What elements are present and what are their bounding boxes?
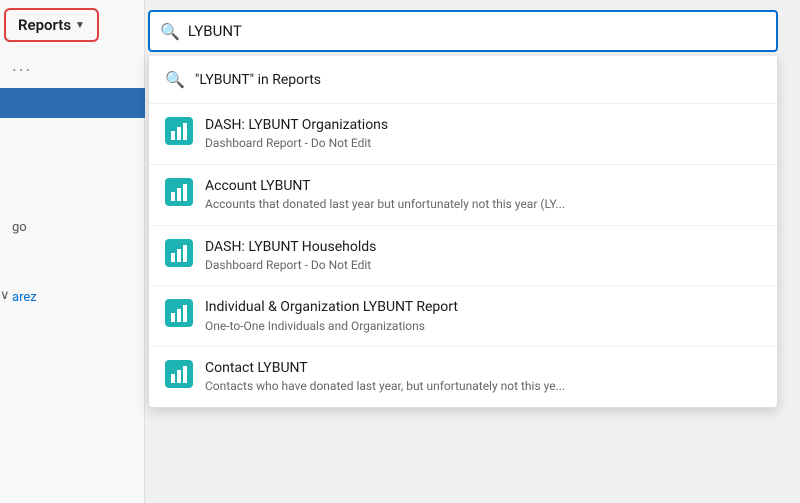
result-title: Contact LYBUNT: [205, 359, 565, 377]
result-subtitle: One-to-One Individuals and Organizations: [205, 319, 458, 335]
dropdown-search-in-reports-row[interactable]: 🔍 "LYBUNT" in Reports: [149, 56, 777, 104]
list-item[interactable]: Contact LYBUNT Contacts who have donated…: [149, 347, 777, 407]
result-title: DASH: LYBUNT Organizations: [205, 116, 388, 134]
dropdown-search-icon: 🔍: [165, 70, 185, 89]
result-text: DASH: LYBUNT Households Dashboard Report…: [205, 238, 376, 274]
report-icon: [165, 360, 193, 388]
result-title: DASH: LYBUNT Households: [205, 238, 376, 256]
dropdown-search-text: "LYBUNT" in Reports: [195, 72, 321, 88]
result-subtitle: Dashboard Report - Do Not Edit: [205, 136, 388, 152]
report-icon: [165, 239, 193, 267]
result-subtitle: Dashboard Report - Do Not Edit: [205, 258, 376, 274]
page-wrapper: ... ∨ go arez Reports ▼ 🔍 🔍 "LYBUNT" in …: [0, 0, 800, 503]
list-item[interactable]: Account LYBUNT Accounts that donated las…: [149, 165, 777, 226]
list-item[interactable]: DASH: LYBUNT Households Dashboard Report…: [149, 226, 777, 287]
reports-label: Reports: [18, 16, 71, 34]
sidebar-item-arez: arez: [12, 290, 37, 305]
search-input[interactable]: [188, 22, 766, 40]
result-text: DASH: LYBUNT Organizations Dashboard Rep…: [205, 116, 388, 152]
search-icon: 🔍: [160, 22, 180, 41]
reports-button[interactable]: Reports ▼: [10, 12, 93, 38]
report-icon: [165, 117, 193, 145]
sidebar-chevron: ∨: [0, 288, 10, 303]
result-title: Individual & Organization LYBUNT Report: [205, 298, 458, 316]
result-text: Contact LYBUNT Contacts who have donated…: [205, 359, 565, 395]
list-item[interactable]: DASH: LYBUNT Organizations Dashboard Rep…: [149, 104, 777, 165]
result-subtitle: Accounts that donated last year but unfo…: [205, 197, 565, 213]
sidebar-accent-bar: [0, 88, 145, 118]
report-icon: [165, 178, 193, 206]
result-text: Account LYBUNT Accounts that donated las…: [205, 177, 565, 213]
list-item[interactable]: Individual & Organization LYBUNT Report …: [149, 286, 777, 347]
sidebar-item-go: go: [12, 220, 27, 235]
sidebar-dots: ...: [12, 55, 32, 76]
report-icon: [165, 299, 193, 327]
result-title: Account LYBUNT: [205, 177, 565, 195]
reports-dropdown-chevron: ▼: [75, 20, 85, 31]
result-text: Individual & Organization LYBUNT Report …: [205, 298, 458, 334]
search-bar-container: 🔍: [148, 10, 778, 52]
result-subtitle: Contacts who have donated last year, but…: [205, 379, 565, 395]
reports-button-wrapper[interactable]: Reports ▼: [4, 8, 99, 42]
search-dropdown: 🔍 "LYBUNT" in Reports DASH: LYBUNT Organ…: [148, 56, 778, 408]
